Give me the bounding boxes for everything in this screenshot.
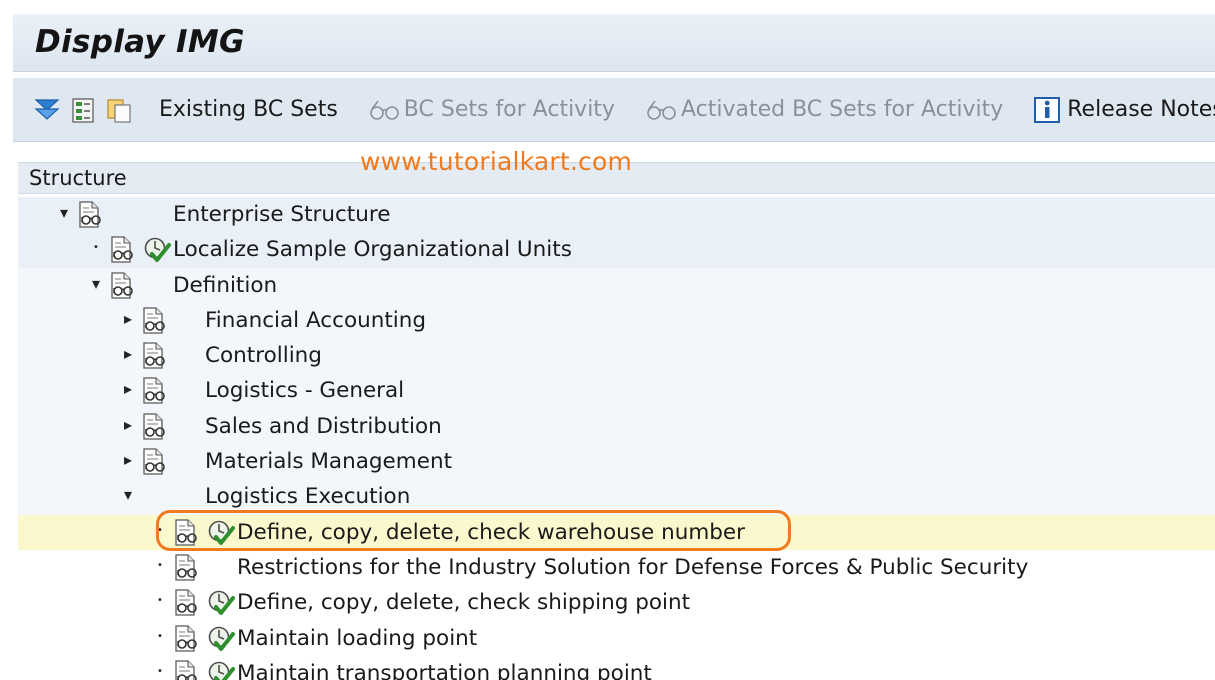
- tree-node-label: Define, copy, delete, check warehouse nu…: [237, 519, 745, 545]
- documentation-icon[interactable]: [171, 518, 201, 554]
- tree-node[interactable]: • Define, copy, delete, check shipping po…: [18, 585, 1215, 620]
- tree-node[interactable]: ▾ Definition: [18, 267, 1215, 303]
- tree-node-label: Enterprise Structure: [173, 202, 391, 227]
- tree-node-label: Sales and Distribution: [205, 413, 442, 439]
- documentation-icon[interactable]: [107, 271, 137, 307]
- tree-node[interactable]: • Localize Sample Organizational Units: [18, 232, 1215, 268]
- tree-node[interactable]: ▸ Sales and Distribution: [18, 408, 1215, 445]
- tree-node-label: Definition: [173, 272, 278, 298]
- collapsed-arrow-icon[interactable]: ▸: [121, 416, 135, 433]
- leaf-bullet-icon: •: [157, 559, 163, 571]
- execute-activity-icon[interactable]: [206, 588, 236, 624]
- execute-activity-icon[interactable]: [206, 624, 236, 660]
- existing-bc-sets-label: Existing BC Sets: [159, 97, 338, 122]
- documentation-icon[interactable]: [139, 376, 169, 412]
- documentation-icon[interactable]: [171, 588, 201, 624]
- documentation-icon[interactable]: [139, 412, 169, 448]
- page-title: Display IMG: [35, 24, 245, 60]
- documentation-icon[interactable]: [139, 306, 169, 342]
- leaf-bullet-icon: •: [157, 630, 163, 642]
- tree-node-label: Financial Accounting: [205, 307, 427, 333]
- tree-node[interactable]: • Define, copy, delete, check warehouse n…: [18, 514, 1215, 550]
- sap-window: Display IMG Existing BC Sets BC Sets for…: [13, 0, 1215, 680]
- execute-activity-icon[interactable]: [142, 235, 172, 271]
- copy-icon[interactable]: [105, 95, 133, 125]
- execute-activity-icon[interactable]: [206, 518, 236, 554]
- execute-activity-icon[interactable]: [206, 659, 236, 680]
- leaf-bullet-icon: •: [157, 524, 163, 536]
- watermark: www.tutorialkart.com: [360, 147, 633, 176]
- img-tree: ▾ Enterprise Structure • Localize Sample Or…: [18, 197, 1215, 680]
- glasses-icon: [369, 100, 399, 120]
- documentation-icon[interactable]: [171, 659, 201, 680]
- tree-node-label: Logistics Execution: [205, 484, 411, 510]
- tree-node[interactable]: • Maintain transportation planning point: [18, 656, 1215, 680]
- release-notes-button[interactable]: Release Notes: [1033, 96, 1215, 124]
- tree-node-label: Controlling: [205, 343, 322, 369]
- tree-node[interactable]: ▾ Enterprise Structure: [18, 197, 1215, 233]
- tree-node[interactable]: • Restrictions for the Industry Solution …: [18, 550, 1215, 585]
- tree-node-label: Localize Sample Organizational Units: [173, 237, 572, 263]
- tree-node-label: Materials Management: [205, 449, 453, 475]
- tree-node[interactable]: ▸ Materials Management: [18, 444, 1215, 480]
- activated-bc-sets-button[interactable]: Activated BC Sets for Activity: [645, 97, 1003, 122]
- collapsed-arrow-icon[interactable]: ▸: [121, 452, 135, 468]
- info-icon: [1034, 96, 1061, 123]
- activated-bc-sets-label: Activated BC Sets for Activity: [680, 97, 1004, 122]
- tree-node-label: Define, copy, delete, check shipping poi…: [237, 590, 691, 616]
- bc-sets-for-activity-button[interactable]: BC Sets for Activity: [368, 97, 615, 122]
- collapsed-arrow-icon[interactable]: ▸: [121, 346, 135, 362]
- structure-view-icon[interactable]: [69, 95, 97, 125]
- tree-node[interactable]: ▸ Controlling: [18, 338, 1215, 374]
- tree-node-label: Logistics - General: [205, 378, 405, 404]
- title-bar: Display IMG: [13, 14, 1215, 72]
- glasses-icon: [647, 100, 676, 120]
- leaf-bullet-icon: •: [157, 595, 163, 607]
- existing-bc-sets-button[interactable]: Existing BC Sets: [159, 97, 338, 122]
- documentation-icon[interactable]: [75, 200, 105, 236]
- tree-node-label: Maintain loading point: [237, 625, 478, 651]
- collapsed-arrow-icon[interactable]: ▸: [121, 381, 135, 397]
- release-notes-label: Release Notes: [1067, 97, 1215, 122]
- leaf-bullet-icon: •: [93, 242, 99, 254]
- tree-node-label: Restrictions for the Industry Solution f…: [237, 554, 1029, 580]
- tree-node-label: Maintain transportation planning point: [237, 660, 652, 680]
- expanded-arrow-icon[interactable]: ▾: [121, 487, 135, 503]
- documentation-icon[interactable]: [139, 341, 169, 377]
- tree-node[interactable]: ▸ Logistics - General: [18, 373, 1215, 409]
- documentation-icon[interactable]: [171, 553, 201, 589]
- leaf-bullet-icon: •: [157, 665, 163, 677]
- documentation-icon[interactable]: [171, 624, 201, 660]
- application-toolbar: Existing BC Sets BC Sets for Activity Ac…: [13, 78, 1215, 142]
- expanded-arrow-icon[interactable]: ▾: [57, 205, 71, 221]
- structure-header-label: Structure: [29, 166, 127, 190]
- tree-node[interactable]: ▸ Financial Accounting: [18, 302, 1215, 339]
- tree-node[interactable]: • Maintain loading point: [18, 621, 1215, 656]
- tree-node[interactable]: ▾ Logistics Execution: [18, 479, 1215, 515]
- expanded-arrow-icon[interactable]: ▾: [89, 275, 103, 292]
- collapsed-arrow-icon[interactable]: ▸: [121, 310, 135, 327]
- documentation-icon[interactable]: [139, 447, 169, 483]
- bc-sets-for-activity-label: BC Sets for Activity: [403, 97, 615, 122]
- expand-all-icon[interactable]: [33, 95, 61, 125]
- documentation-icon[interactable]: [107, 235, 137, 271]
